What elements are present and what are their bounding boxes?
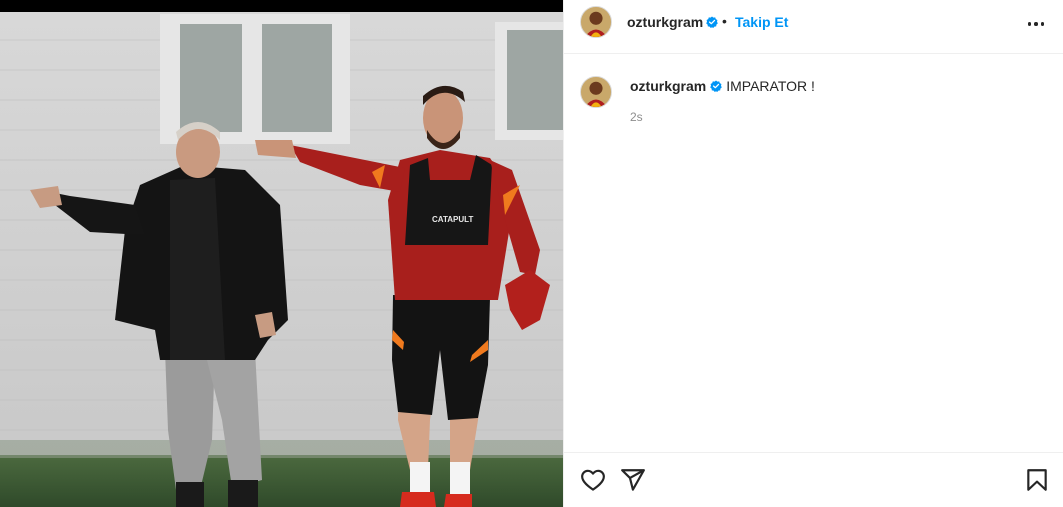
paper-plane-icon[interactable] xyxy=(620,467,646,493)
more-options-icon[interactable] xyxy=(1024,13,1048,35)
post-timestamp[interactable]: 2s xyxy=(630,110,643,124)
avatar-image xyxy=(581,77,611,107)
verified-badge-icon xyxy=(710,80,723,92)
header-username[interactable]: ozturkgram xyxy=(627,14,719,30)
heart-icon[interactable] xyxy=(580,467,606,493)
post-header: ozturkgram • Takip Et xyxy=(564,0,1063,54)
post-actions xyxy=(564,452,1063,507)
post-caption: ozturkgram IMPARATOR ! xyxy=(630,78,815,94)
caption-text: IMPARATOR ! xyxy=(726,78,815,94)
username-text[interactable]: ozturkgram xyxy=(627,14,703,30)
training-photo-illustration: CATAPULT xyxy=(0,0,563,507)
caption-avatar[interactable] xyxy=(580,76,612,108)
vest-label: CATAPULT xyxy=(432,215,473,224)
more-dot xyxy=(1034,22,1038,26)
bookmark-icon[interactable] xyxy=(1024,467,1050,493)
follow-button[interactable]: Takip Et xyxy=(735,14,788,30)
post-side-panel: ozturkgram • Takip Et ozturkgram IMPARATO… xyxy=(564,0,1063,507)
verified-badge-icon xyxy=(706,16,719,28)
more-dot xyxy=(1027,22,1032,26)
avatar-image xyxy=(581,7,611,37)
header-separator: • xyxy=(722,13,727,29)
post-photo[interactable]: CATAPULT xyxy=(0,0,563,507)
caption-username[interactable]: ozturkgram xyxy=(630,78,706,94)
more-dot xyxy=(1040,22,1045,26)
heart-icon-svg xyxy=(581,469,605,491)
avatar[interactable] xyxy=(580,6,612,38)
paper-plane-icon-svg xyxy=(621,469,645,491)
bookmark-icon-svg xyxy=(1027,469,1047,491)
